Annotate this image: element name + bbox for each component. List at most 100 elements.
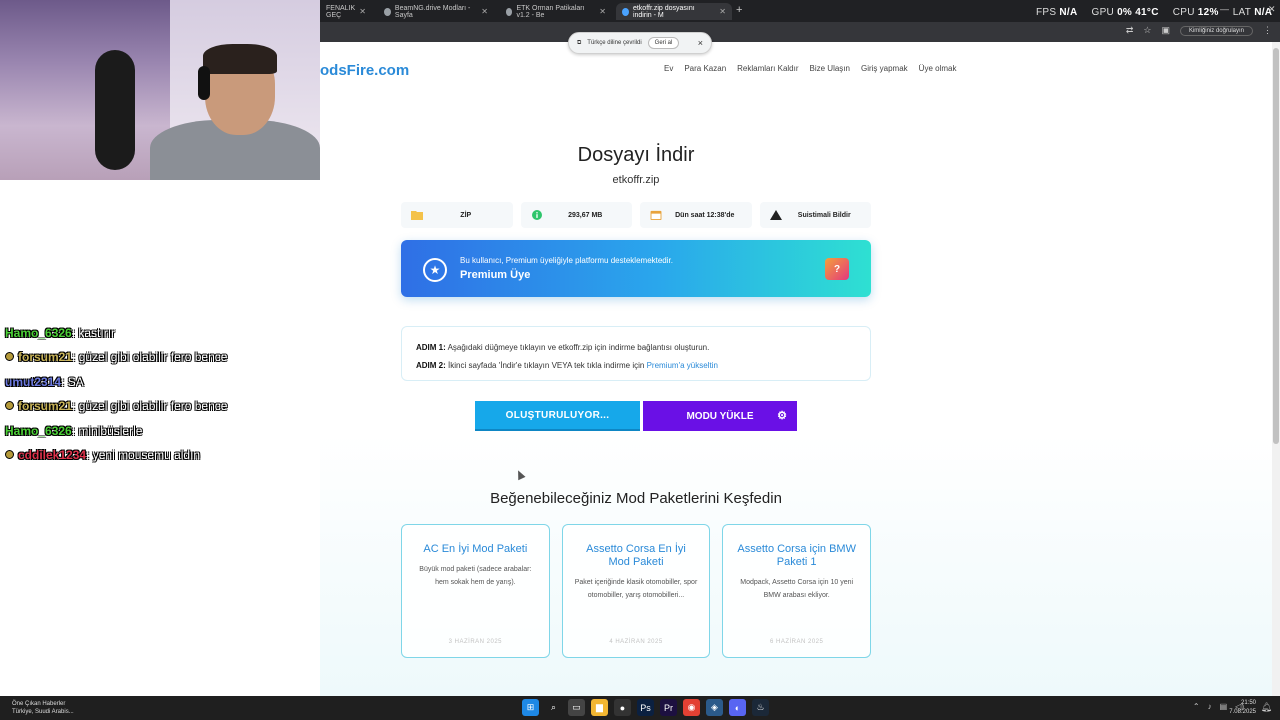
stat-fps: FPS N/A xyxy=(1036,7,1078,18)
card-title[interactable]: AC En İyi Mod Paketi xyxy=(414,543,537,556)
site-nav: Ev Para Kazan Reklamları Kaldır Bize Ula… xyxy=(664,64,956,73)
game-icon[interactable]: ◈ xyxy=(706,699,723,716)
card-title[interactable]: Assetto Corsa için BMW Paketi 1 xyxy=(735,543,858,569)
clock-time: 21:50 xyxy=(1240,700,1256,706)
browser-tab-3[interactable]: ETK Orman Patikaları v1.2 - Be ✕ xyxy=(500,3,612,20)
mod-pack-card[interactable]: AC En İyi Mod Paketi Büyük mod paketi (s… xyxy=(401,524,550,658)
menu-icon[interactable]: ⋮ xyxy=(1263,25,1272,36)
performance-overlay: FPS N/A GPU 0% 41°C CPU 12% LAT N/A xyxy=(1036,7,1272,18)
toolbar-icons: ⇄ ☆ ▣ Kimliğiniz doğrulayın ⋮ xyxy=(1126,25,1272,36)
report-abuse-chip[interactable]: Suistimali Bildir xyxy=(759,202,871,228)
undo-translate-button[interactable]: Geri al xyxy=(647,37,680,49)
info-icon xyxy=(531,210,542,220)
upgrade-premium-link[interactable]: Premium'a yükseltin xyxy=(647,361,718,370)
close-icon[interactable]: ✕ xyxy=(359,7,366,16)
stat-gpu: GPU 0% 41°C xyxy=(1091,7,1159,18)
nav-remove-ads[interactable]: Reklamları Kaldır xyxy=(737,64,798,73)
tab-label: BeamNG.drive Modları - Sayfa xyxy=(394,4,471,19)
page-scrollbar[interactable] xyxy=(1272,42,1280,696)
system-clock[interactable]: 21:50 7.08.2025 xyxy=(1229,699,1256,717)
profile-button[interactable]: Kimliğiniz doğrulayın xyxy=(1179,25,1253,36)
photoshop-icon[interactable]: Ps xyxy=(637,699,654,716)
minimize-icon[interactable]: — xyxy=(1220,4,1229,14)
nav-home[interactable]: Ev xyxy=(664,64,673,73)
task-view-icon[interactable]: ▭ xyxy=(568,699,585,716)
browser-tab-1[interactable]: FENALIK GEÇ ✕ xyxy=(320,3,372,20)
webcam-guitar xyxy=(95,50,135,170)
help-icon[interactable]: ? xyxy=(825,258,849,280)
chat-username: umut2314 xyxy=(5,374,62,389)
card-description: Modpack, Assetto Corsa için 10 yeni BMW … xyxy=(740,579,854,599)
upload-mod-button[interactable]: MODU YÜKLE ⚙ xyxy=(643,401,797,431)
clock-date: 7.08.2025 xyxy=(1229,709,1256,715)
star-icon[interactable]: ☆ xyxy=(1143,25,1151,36)
nav-earn[interactable]: Para Kazan xyxy=(684,64,726,73)
new-tab-button[interactable]: + xyxy=(736,4,742,16)
close-icon[interactable]: ✕ xyxy=(599,7,606,16)
close-icon[interactable]: ✕ xyxy=(481,7,488,16)
card-description: Büyük mod paketi (sadece arabalar: hem s… xyxy=(419,566,532,586)
news-widget[interactable]: Öne Çıkan Haberler Türkiye, Suudi Arabis… xyxy=(12,700,74,716)
chat-message: Hamo_6326: kastırır xyxy=(5,321,227,345)
tab-label: etkoffr.zip dosyasını indirin - M xyxy=(632,4,695,19)
chat-text: : yeni mousemu aldın xyxy=(86,448,201,463)
browser-tab-2[interactable]: BeamNG.drive Modları - Sayfa ✕ xyxy=(378,3,494,20)
discord-icon[interactable]: ◐ xyxy=(729,699,746,716)
star-badge-icon: ★ xyxy=(423,258,447,282)
mod-pack-card[interactable]: Assetto Corsa En İyi Mod Paketi Paket iç… xyxy=(561,524,711,658)
file-size-chip: 293,67 MB xyxy=(520,202,632,228)
notification-icon[interactable]: 🔔︎ xyxy=(1261,702,1272,713)
chat-text: : güzel gibi olabilir fero bence xyxy=(72,399,228,414)
tab-label: ETK Orman Patikaları v1.2 - Be xyxy=(516,4,585,19)
chat-message: forsum21: güzel gibi olabilir fero bence xyxy=(5,345,227,369)
steam-icon[interactable]: ♨ xyxy=(752,699,769,716)
favicon-icon xyxy=(506,7,513,16)
chat-username: Hamo_6326 xyxy=(5,423,72,438)
search-icon[interactable]: ⌕ xyxy=(545,699,562,716)
close-icon[interactable]: × xyxy=(698,38,703,48)
translate-label: Türkçe diline çevrildi xyxy=(587,40,642,46)
file-info-chips: ZİP 293,67 MB Dün saat 12:38'de Suistima… xyxy=(401,202,871,228)
nav-contact[interactable]: Bize Ulaşın xyxy=(810,64,850,73)
windows-start-icon[interactable]: ⊞ xyxy=(522,699,539,716)
stat-lat: LAT N/A xyxy=(1232,7,1273,18)
translate-notification: ⧉ Türkçe diline çevrildi Geri al × xyxy=(568,32,712,54)
step-2: ADIM 2: İkinci sayfada 'İndir'e tıklayın… xyxy=(416,361,718,370)
premium-member-banner: ★ Bu kullanıcı, Premium üyeliğiyle platf… xyxy=(401,240,871,297)
browser-tab-4-active[interactable]: etkoffr.zip dosyasını indirin - M ✕ xyxy=(616,3,732,20)
upload-date-chip: Dün saat 12:38'de xyxy=(640,202,752,228)
chat-message: forsum21: güzel gibi olabilir fero bence xyxy=(5,394,227,418)
nav-login[interactable]: Giriş yapmak xyxy=(861,64,908,73)
warning-icon xyxy=(769,210,782,220)
generate-link-button[interactable]: OLUŞTURULUYOR... xyxy=(475,401,640,431)
extensions-icon[interactable]: ▣ xyxy=(1161,25,1170,36)
card-title[interactable]: Assetto Corsa En İyi Mod Paketi xyxy=(575,543,698,569)
favicon-icon xyxy=(384,7,391,16)
news-subtitle: Türkiye, Suudi Arabis... xyxy=(12,709,74,715)
chat-message: Hamo_6326: minibüslerle xyxy=(5,419,227,443)
badge-icon xyxy=(5,450,14,460)
badge-icon xyxy=(5,401,14,411)
premiere-icon[interactable]: Pr xyxy=(660,699,677,716)
site-logo[interactable]: odsFire.com xyxy=(320,62,409,79)
chat-text: : kastırır xyxy=(71,326,116,340)
folder-icon xyxy=(411,211,423,220)
browser-toolbar: ⇄ ☆ ▣ Kimliğiniz doğrulayın ⋮ xyxy=(320,22,1280,42)
recommendation-cards: AC En İyi Mod Paketi Büyük mod paketi (s… xyxy=(401,524,872,658)
card-description: Paket içeriğinde klasik otomobiller, spo… xyxy=(574,579,698,599)
scrollbar-thumb[interactable] xyxy=(1273,48,1279,444)
file-explorer-icon[interactable]: ▆ xyxy=(591,699,608,716)
app-icon[interactable]: ● xyxy=(614,699,631,716)
headset-icon xyxy=(198,66,210,100)
nav-register[interactable]: Üye olmak xyxy=(919,64,957,73)
close-icon[interactable]: ✕ xyxy=(719,7,726,16)
close-window-icon[interactable]: ✕ xyxy=(1268,4,1276,15)
favicon-icon xyxy=(622,7,629,16)
network-icon[interactable]: ▤ xyxy=(1220,702,1228,711)
chrome-icon[interactable]: ◉ xyxy=(683,699,700,716)
microphone-icon[interactable]: ♪ xyxy=(1208,702,1212,711)
chevron-up-icon[interactable]: ⌃ xyxy=(1193,702,1200,711)
translate-icon[interactable]: ⇄ xyxy=(1126,25,1134,36)
tab-label: FENALIK GEÇ xyxy=(326,4,356,19)
mod-pack-card[interactable]: Assetto Corsa için BMW Paketi 1 Modpack,… xyxy=(722,524,872,658)
